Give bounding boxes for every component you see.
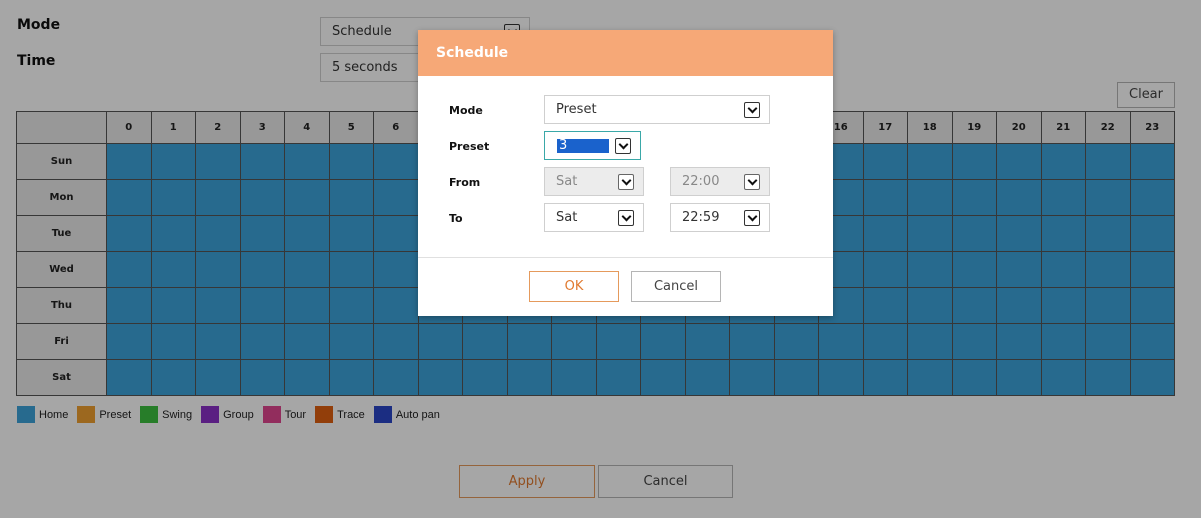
dialog-from-time-select[interactable]: 22:00 (670, 167, 770, 196)
dialog-mode-value: Preset (556, 102, 597, 117)
dialog-divider (418, 257, 833, 258)
dialog-to-time-value: 22:59 (682, 210, 720, 225)
chevron-down-icon (618, 174, 634, 190)
dialog-from-day-select[interactable]: Sat (544, 167, 644, 196)
dialog-preset-label: Preset (449, 140, 490, 153)
dialog-mode-select[interactable]: Preset (544, 95, 770, 124)
dialog-preset-value: 3 (557, 139, 609, 153)
dialog-to-time-select[interactable]: 22:59 (670, 203, 770, 232)
chevron-down-icon (744, 102, 760, 118)
dialog-title: Schedule (418, 30, 833, 76)
dialog-to-label: To (449, 212, 463, 225)
dialog-mode-label: Mode (449, 104, 483, 117)
dialog-to-day-value: Sat (556, 210, 578, 225)
dialog-from-label: From (449, 176, 481, 189)
schedule-dialog: Schedule Mode Preset Preset 3 From Sat 2… (418, 30, 833, 316)
dialog-from-time-value: 22:00 (682, 174, 720, 189)
chevron-down-icon (618, 210, 634, 226)
dialog-to-day-select[interactable]: Sat (544, 203, 644, 232)
chevron-down-icon (615, 138, 631, 154)
dialog-preset-select[interactable]: 3 (544, 131, 641, 160)
chevron-down-icon (744, 174, 760, 190)
chevron-down-icon (744, 210, 760, 226)
dialog-from-day-value: Sat (556, 174, 578, 189)
dialog-cancel-button[interactable]: Cancel (631, 271, 721, 302)
dialog-ok-button[interactable]: OK (529, 271, 619, 302)
